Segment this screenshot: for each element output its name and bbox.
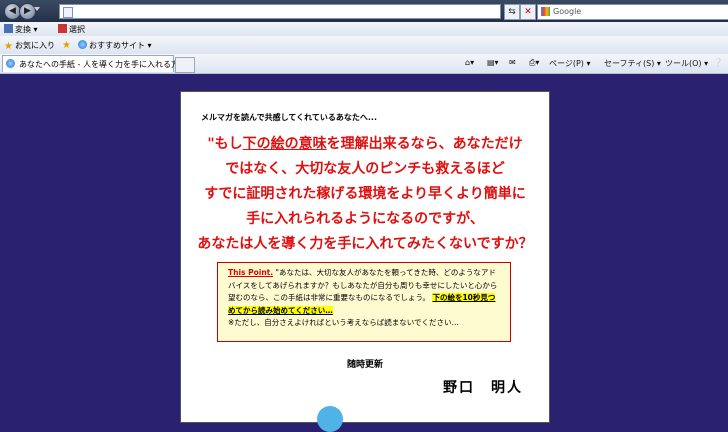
page-icon: [63, 7, 73, 18]
favorites-bar: ★ お気に入り ★ おすすめサイト ▾: [0, 36, 728, 55]
headline-line4: 手に入れられるようになるのですが、: [246, 211, 484, 227]
headline: "もし下の絵の意味を理解出来るなら、あなただけ ではなく、大切な友人のピンチも救…: [181, 132, 549, 257]
add-favorite-button[interactable]: ★: [62, 40, 73, 51]
browser-chrome: ◀ ▶ ⇆ ✕ Google 変換 ▾ 選択 ★ お気に入り ★ おすすめサイト …: [0, 0, 728, 74]
address-bar-row: ◀ ▶ ⇆ ✕ Google: [0, 0, 728, 22]
suggested-sites-button[interactable]: おすすめサイト ▾: [78, 40, 152, 51]
tools-menu[interactable]: ツール(O) ▾: [665, 58, 708, 69]
headline-line1-underline: 下の絵の意味: [242, 136, 327, 152]
google-icon: [541, 7, 550, 16]
safety-menu-label: セーフティ(S): [604, 59, 655, 68]
headline-line5: あなたは人を導く力を手に入れてみたくないですか？: [197, 236, 533, 252]
page-menu-label: ページ(P): [549, 59, 584, 68]
select-button[interactable]: 選択: [58, 24, 85, 35]
intro-text: メルマガを読んで共感してくれているあなたへ...: [201, 113, 377, 122]
new-tab-button[interactable]: [175, 57, 195, 73]
letter-page: メルマガを読んで共感してくれているあなたへ... "もし下の絵の意味を理解出来る…: [180, 91, 550, 432]
history-dropdown-icon[interactable]: [34, 7, 40, 11]
favorites-button[interactable]: ★ お気に入り: [4, 40, 55, 52]
point-box: This Point. "あなたは、大切な友人があなたを頼ってきた時、どのような…: [217, 262, 511, 342]
tab-bar: あなたへの手紙 - 人を導く力を手に入れる方法 ⌂▾ ▤▾ ✉ ⎙▾ ページ(P…: [0, 54, 728, 74]
address-input[interactable]: [59, 4, 501, 19]
tab-ie-icon: [6, 59, 15, 68]
tools-menu-label: ツール(O): [665, 59, 702, 68]
print-icon[interactable]: ⎙▾: [529, 58, 539, 68]
search-input[interactable]: Google: [537, 4, 728, 20]
refresh-icon[interactable]: ⇆: [504, 4, 520, 20]
translate-toolbar: 変換 ▾ 選択: [0, 22, 728, 37]
select-label: 選択: [69, 25, 85, 34]
mail-icon[interactable]: ✉: [509, 58, 516, 67]
convert-button[interactable]: 変換 ▾: [4, 24, 38, 35]
forward-button[interactable]: ▶: [19, 3, 36, 20]
tab-active[interactable]: あなたへの手紙 - 人を導く力を手に入れる方法: [2, 55, 187, 72]
page-menu[interactable]: ページ(P) ▾: [549, 58, 590, 69]
home-icon[interactable]: ⌂▾: [465, 58, 474, 67]
convert-label: 変換: [15, 25, 31, 34]
convert-icon: [4, 24, 13, 33]
tab-title: あなたへの手紙 - 人を導く力を手に入れる方法: [19, 60, 187, 69]
suggested-sites-label: おすすめサイト: [89, 41, 145, 50]
search-placeholder: Google: [553, 7, 582, 16]
headline-line2: ではなく、大切な友人のピンチも救えるほど: [225, 161, 505, 177]
forward-arrow-icon: ▶: [24, 6, 31, 16]
favorites-label: お気に入り: [15, 41, 55, 50]
author-name: 野口 明人: [443, 380, 523, 396]
point-note: ※ただし、自分さえよければという考えならば読まないでください…: [228, 318, 460, 327]
back-arrow-icon: ◀: [9, 6, 16, 16]
safety-menu[interactable]: セーフティ(S) ▾: [604, 58, 661, 69]
stop-icon[interactable]: ✕: [520, 4, 536, 20]
headline-line3: すでに証明された稼げる環境をより早くより簡単に: [204, 186, 526, 202]
headline-line1-b: を理解出来るなら、あなただけ: [326, 136, 523, 152]
add-favorite-icon: ★: [62, 40, 71, 51]
point-label: This Point.: [228, 268, 274, 277]
updated-label: 随時更新: [346, 360, 383, 370]
select-icon: [58, 24, 67, 33]
help-icon[interactable]: ❔: [713, 58, 723, 67]
star-icon: ★: [4, 41, 13, 52]
ie-icon: [78, 40, 87, 49]
feed-icon[interactable]: ▤▾: [487, 58, 499, 67]
headline-line1-a: "もし: [207, 136, 243, 152]
